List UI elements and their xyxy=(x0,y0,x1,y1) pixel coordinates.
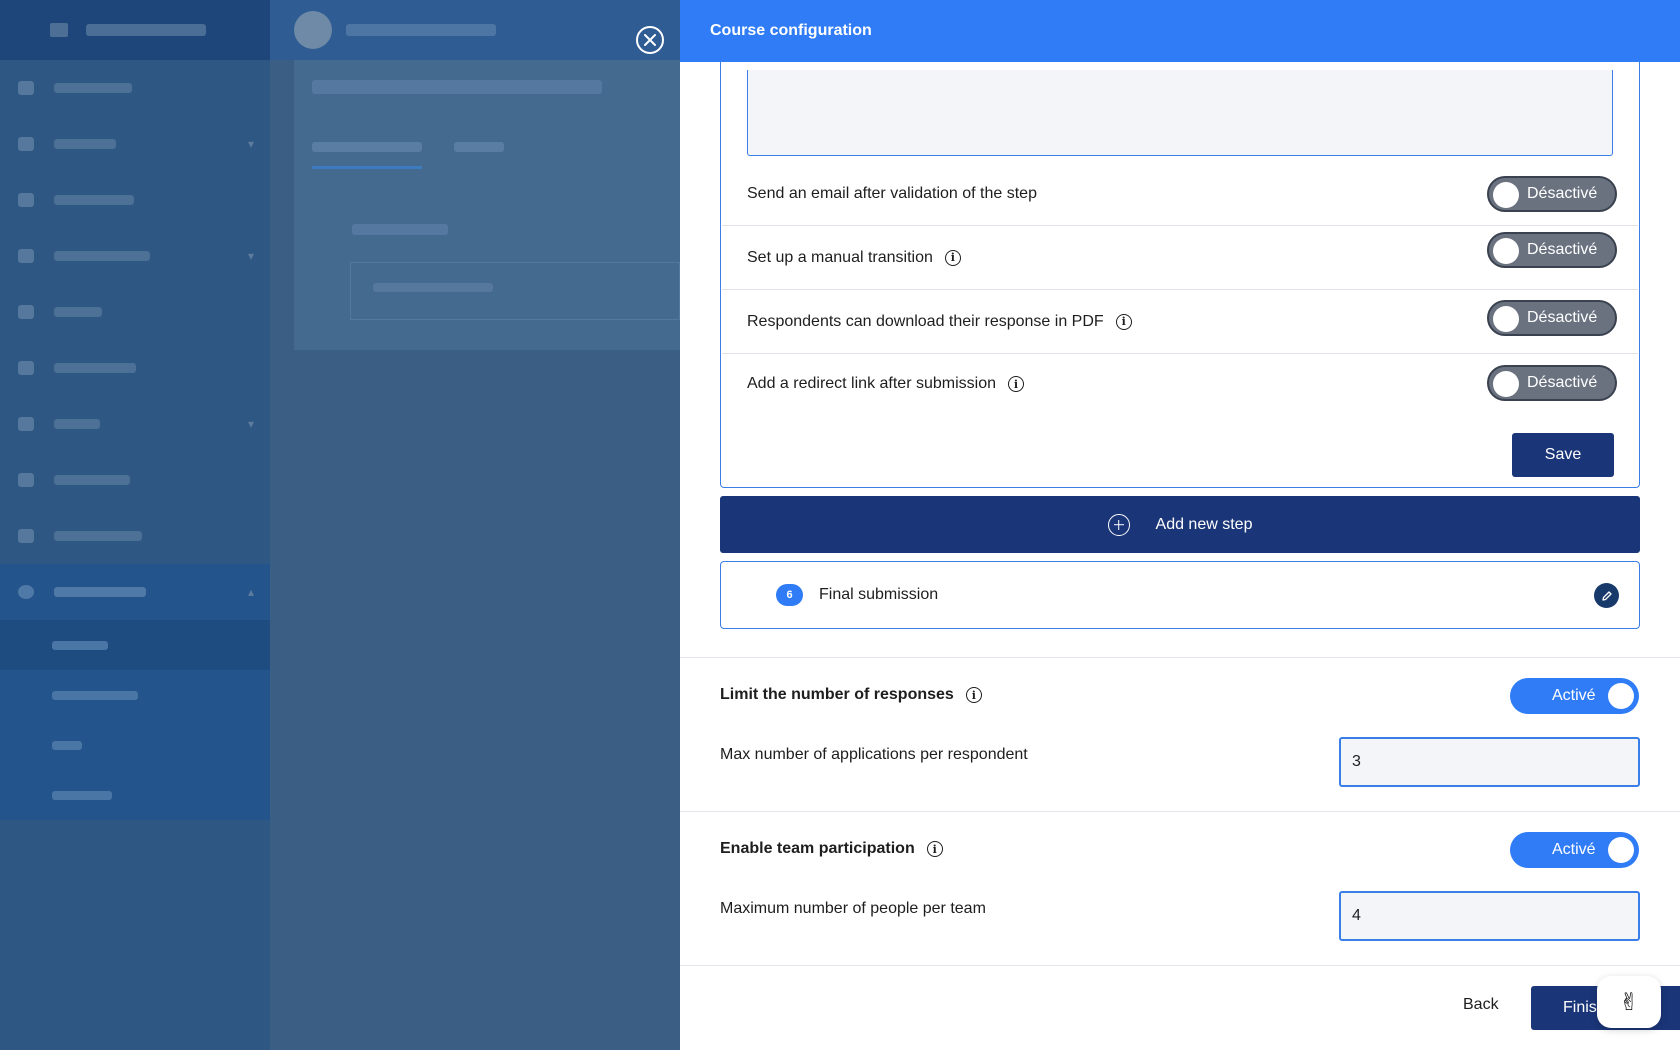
section-title-text: Limit the number of responses xyxy=(720,686,954,703)
section-divider xyxy=(680,657,1680,658)
background-menu-item: ▴ xyxy=(0,564,270,620)
info-icon[interactable]: i xyxy=(1115,313,1132,330)
step-edit-panel: Send an email after validation of the st… xyxy=(720,62,1640,488)
toggle-state-label: Désactivé xyxy=(1527,309,1598,326)
option-label: Set up a manual transition xyxy=(747,248,933,266)
step-number-badge: 6 xyxy=(776,584,803,606)
background-app: ▾ ▾ ▾ ▴ xyxy=(0,0,680,1050)
background-menu-item xyxy=(0,452,270,508)
close-icon xyxy=(644,34,656,46)
background-sidebar: ▾ ▾ ▾ ▴ xyxy=(0,0,270,1050)
background-submenu-item xyxy=(0,620,270,670)
save-step-button[interactable]: Save xyxy=(1512,433,1614,477)
option-label: Respondents can download their response … xyxy=(747,312,1104,330)
section-divider xyxy=(680,965,1680,966)
section-title-text: Enable team participation xyxy=(720,840,915,857)
background-card xyxy=(294,60,680,350)
team-participation-title: Enable team participation i xyxy=(720,840,943,858)
toggle-manual-transition[interactable]: Désactivé xyxy=(1487,232,1617,268)
course-configuration-drawer: Course configuration Send an email after… xyxy=(680,0,1680,1050)
option-row-pdf-download: Respondents can download their response … xyxy=(722,290,1638,354)
option-label: Send an email after validation of the st… xyxy=(747,184,1037,202)
background-submenu-item xyxy=(0,770,270,820)
background-topbar xyxy=(270,0,680,60)
toggle-state-label: Désactivé xyxy=(1527,374,1598,391)
add-new-step-button[interactable]: Add new step xyxy=(720,496,1640,553)
background-menu-item: ▾ xyxy=(0,116,270,172)
toggle-state-label: Désactivé xyxy=(1527,241,1598,258)
info-icon[interactable]: i xyxy=(926,841,943,857)
background-menu-item xyxy=(0,60,270,116)
background-menu-item xyxy=(0,340,270,396)
background-submenu-item xyxy=(0,670,270,720)
toggle-state-label: Activé xyxy=(1552,687,1596,704)
toggle-knob xyxy=(1608,837,1634,863)
plus-circle-icon xyxy=(1107,513,1130,536)
step-description-textarea[interactable] xyxy=(747,70,1613,156)
limit-responses-title: Limit the number of responses i xyxy=(720,686,982,704)
close-drawer-button[interactable] xyxy=(636,26,664,54)
toggle-state-label: Désactivé xyxy=(1527,185,1598,202)
info-icon[interactable]: i xyxy=(944,249,961,266)
info-icon[interactable]: i xyxy=(965,687,982,703)
section-divider xyxy=(680,811,1680,812)
option-row-manual-transition: Set up a manual transition i Désactivé xyxy=(722,226,1638,290)
max-applications-label: Max number of applications per responden… xyxy=(720,746,1028,763)
toggle-knob xyxy=(1493,238,1519,264)
toggle-state-label: Activé xyxy=(1552,841,1596,858)
chat-widget-button[interactable]: ✌ xyxy=(1597,976,1661,1028)
option-label: Add a redirect link after submission xyxy=(747,375,996,392)
toggle-limit-responses[interactable]: Activé xyxy=(1510,678,1639,714)
toggle-pdf-download[interactable]: Désactivé xyxy=(1487,300,1617,336)
max-team-size-label: Maximum number of people per team xyxy=(720,900,986,917)
background-sidebar-header xyxy=(0,0,270,60)
drawer-header: Course configuration xyxy=(680,0,1680,62)
back-button[interactable]: Back xyxy=(1463,996,1499,1014)
background-menu-item xyxy=(0,172,270,228)
toggle-knob xyxy=(1608,683,1634,709)
background-menu-item xyxy=(0,284,270,340)
add-step-label: Add new step xyxy=(1155,515,1253,533)
toggle-knob xyxy=(1493,371,1519,397)
max-applications-input[interactable] xyxy=(1339,737,1640,787)
toggle-knob xyxy=(1493,182,1519,208)
drawer-title: Course configuration xyxy=(710,22,872,39)
background-menu-item: ▾ xyxy=(0,228,270,284)
step-item-final-submission: 6 Final submission xyxy=(720,561,1640,629)
option-row-email: Send an email after validation of the st… xyxy=(722,162,1638,226)
toggle-knob xyxy=(1493,306,1519,332)
victory-hand-icon: ✌ xyxy=(1618,988,1640,1016)
edit-step-button[interactable] xyxy=(1594,583,1619,608)
background-main xyxy=(270,0,680,1050)
option-row-redirect-link: Add a redirect link after submission i D… xyxy=(722,354,1638,414)
toggle-email-after-validation[interactable]: Désactivé xyxy=(1487,176,1617,212)
background-menu-item xyxy=(0,508,270,564)
background-submenu-item xyxy=(0,720,270,770)
max-team-size-input[interactable] xyxy=(1339,891,1640,941)
toggle-redirect-link[interactable]: Désactivé xyxy=(1487,365,1617,401)
background-config-group: ▴ xyxy=(0,564,270,820)
pencil-icon xyxy=(1601,590,1612,601)
info-icon[interactable]: i xyxy=(1008,376,1024,392)
step-label: Final submission xyxy=(819,586,939,603)
background-menu-item: ▾ xyxy=(0,396,270,452)
toggle-team-participation[interactable]: Activé xyxy=(1510,832,1639,868)
